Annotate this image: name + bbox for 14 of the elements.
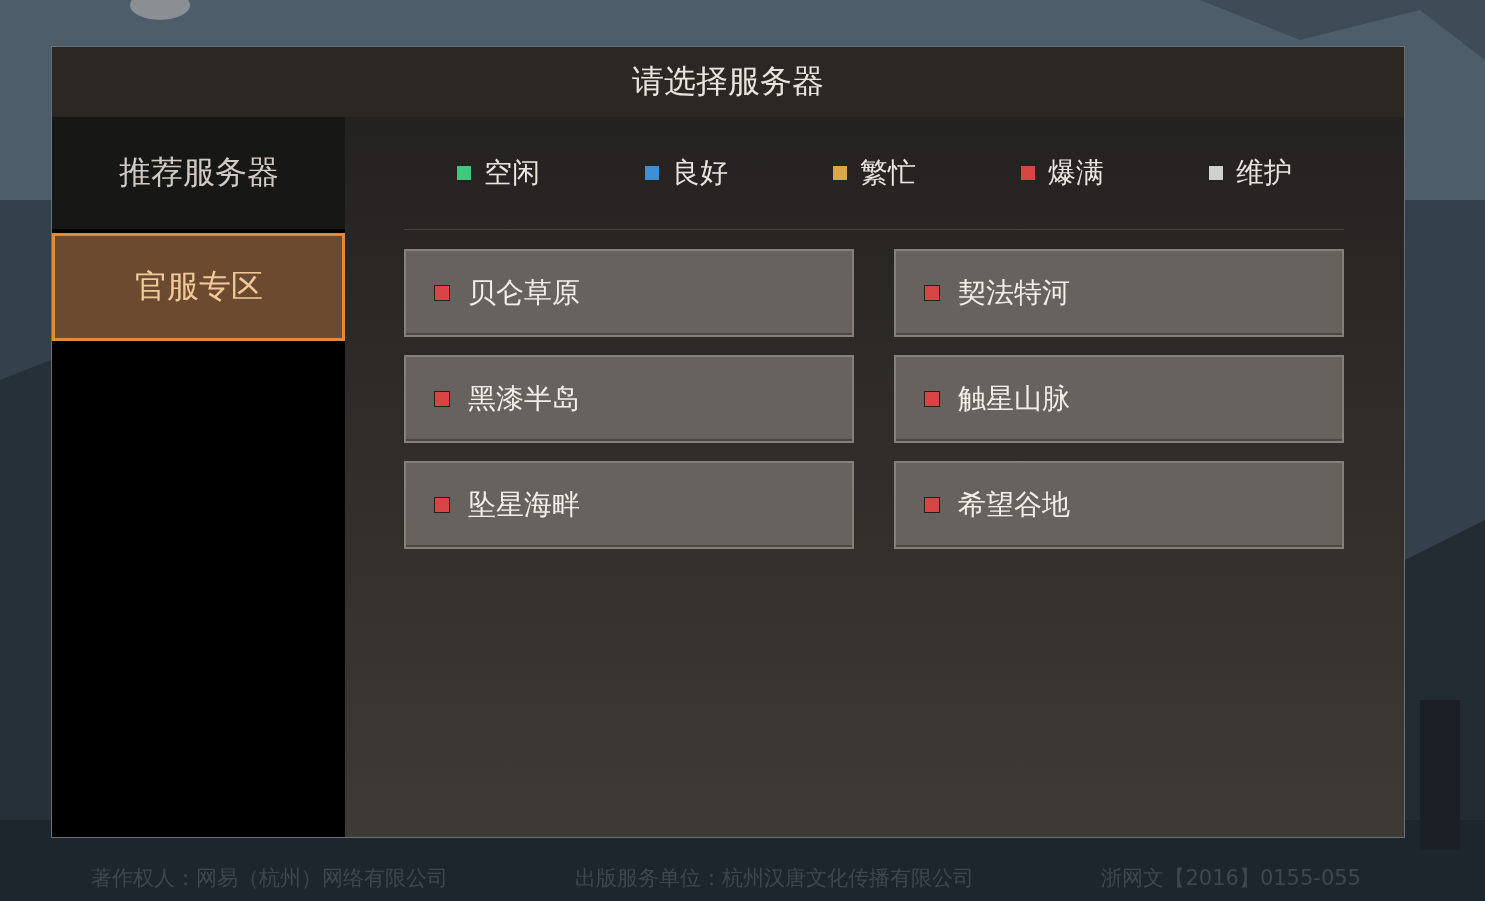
legend-label: 繁忙: [860, 155, 916, 191]
server-button[interactable]: 契法特河: [894, 249, 1344, 337]
sidebar-tab[interactable]: 官服专区: [52, 233, 345, 341]
server-button[interactable]: 贝仑草原: [404, 249, 854, 337]
legend-label: 维护: [1236, 155, 1292, 191]
server-button[interactable]: 黑漆半岛: [404, 355, 854, 443]
legend-label: 空闲: [484, 155, 540, 191]
legend-label: 良好: [672, 155, 728, 191]
server-button[interactable]: 希望谷地: [894, 461, 1344, 549]
legend-label: 爆满: [1048, 155, 1104, 191]
server-button[interactable]: 触星山脉: [894, 355, 1344, 443]
server-button[interactable]: 坠星海畔: [404, 461, 854, 549]
sidebar-tab[interactable]: 推荐服务器: [52, 117, 345, 229]
dialog-title: 请选择服务器: [52, 47, 1404, 117]
